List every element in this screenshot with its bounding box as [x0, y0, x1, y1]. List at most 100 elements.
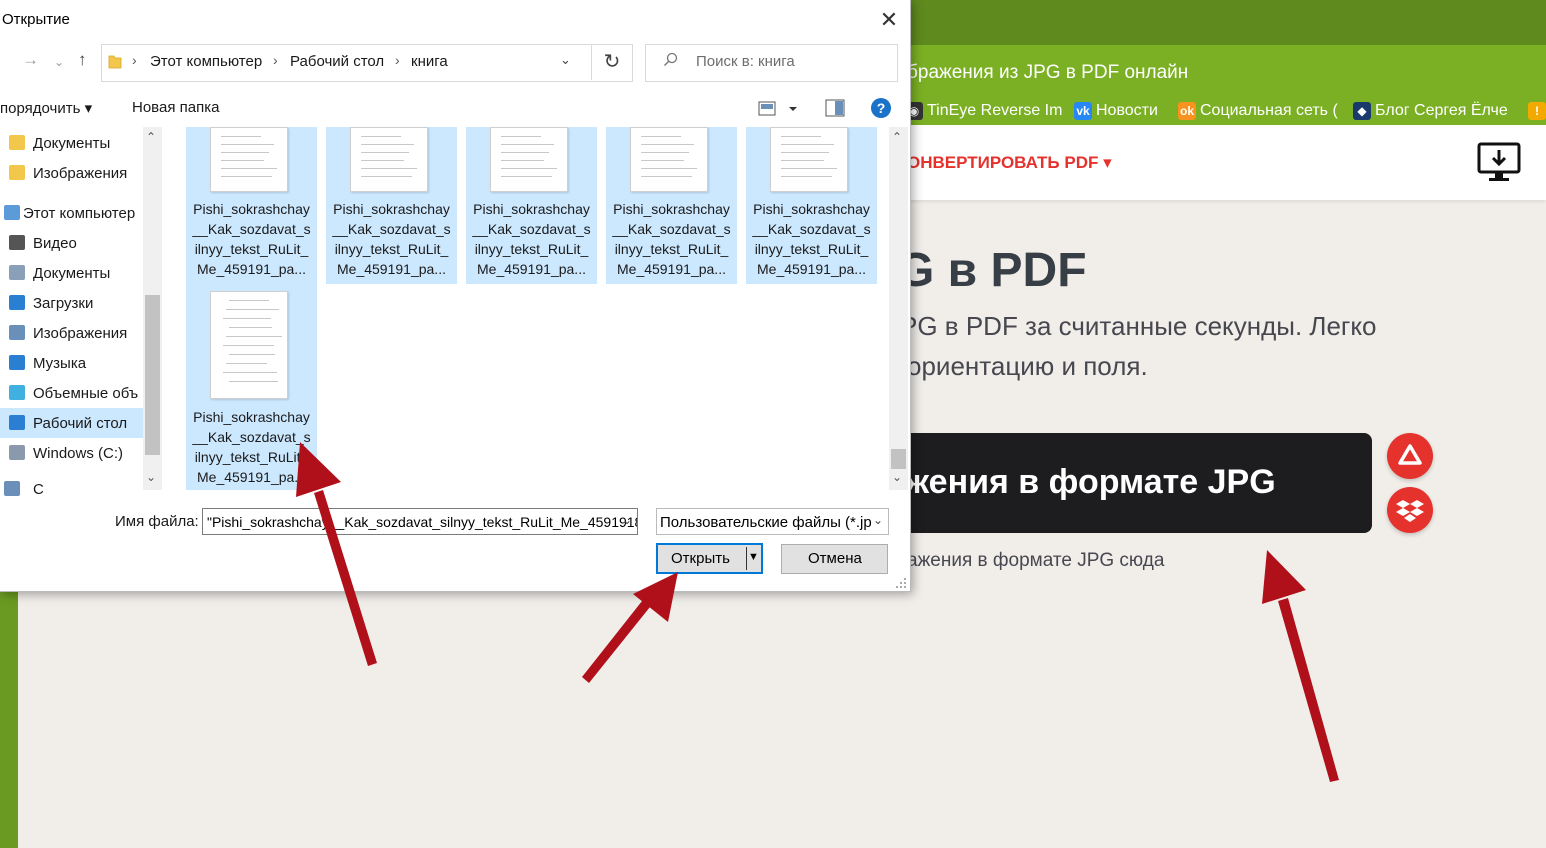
nav-item-5[interactable]: Документы — [0, 258, 143, 288]
file-item[interactable]: Pishi_sokrashchay __Kak_sozdavat_s ilnyy_t… — [466, 127, 597, 284]
folder-icon — [108, 55, 122, 69]
open-options-arrow-icon[interactable]: ▼ — [748, 551, 759, 563]
music-icon — [9, 355, 25, 370]
nav-item-4[interactable]: Видео — [0, 228, 143, 258]
file-name-line: __Kak_sozdavat_s — [612, 221, 731, 237]
file-name-line: __Kak_sozdavat_s — [472, 221, 591, 237]
file-name-line: Pishi_sokrashchay — [753, 201, 870, 217]
nav-item-label: Объемные объ — [33, 385, 139, 402]
resize-grip-icon[interactable] — [895, 577, 907, 589]
nav-item-label: Рабочий стол — [33, 415, 128, 432]
help-icon[interactable]: ? — [871, 98, 891, 118]
file-list-scrollbar-thumb[interactable] — [891, 449, 906, 469]
chevron-down-icon[interactable]: ⌄ — [873, 513, 883, 527]
chevron-right-icon: › — [395, 52, 400, 68]
file-item[interactable]: Pishi_sokrashchay __Kak_sozdavat_s ilnyy_t… — [746, 127, 877, 284]
drop-images-hint: ажения в формате JPG сюда — [907, 550, 1165, 571]
forward-arrow-icon[interactable]: → — [22, 50, 39, 70]
refresh-icon[interactable]: ↻ — [591, 44, 632, 80]
breadcrumb-this-pc[interactable]: Этот компьютер — [150, 53, 262, 70]
file-name-line: Me_459191_pa... — [197, 261, 306, 277]
bookmark-label: Новости — [1096, 102, 1158, 119]
nav-item-12[interactable]: С — [0, 474, 143, 504]
file-name-line: Me_459191_pa... — [337, 261, 446, 277]
vk-icon: vk — [1074, 101, 1092, 120]
document-thumbnail-icon — [490, 127, 568, 192]
bookmark-social[interactable]: ok Социальная сеть ( — [1178, 100, 1338, 122]
breadcrumb-book[interactable]: книга — [411, 53, 448, 70]
document-thumbnail-icon — [210, 291, 288, 399]
nav-item-10[interactable]: Рабочий стол — [0, 408, 143, 438]
video-icon — [9, 235, 25, 250]
google-drive-button[interactable] — [1387, 433, 1433, 479]
dropbox-button[interactable] — [1387, 487, 1433, 533]
file-name-line: ilnyy_tekst_RuLit_ — [474, 241, 589, 257]
chevron-down-icon[interactable]: ⌄ — [560, 52, 571, 68]
breadcrumb-desktop[interactable]: Рабочий стол — [290, 53, 384, 70]
bookmark-tineye[interactable]: ◉ TinEye Reverse Im — [905, 100, 1062, 122]
downloads-icon — [9, 295, 25, 310]
scroll-down-icon[interactable]: ⌄ — [892, 470, 902, 484]
document-thumbnail-icon — [210, 127, 288, 192]
odnoklassniki-icon: ok — [1178, 101, 1196, 120]
bookmark-blog[interactable]: ◆ Блог Сергея Ёлче — [1353, 100, 1508, 122]
open-button-label: Открыть — [671, 550, 730, 567]
filename-input[interactable]: "Pishi_sokrashchay__Kak_sozdavat_silnyy_… — [202, 508, 638, 535]
network-icon — [4, 481, 20, 496]
file-name-line: __Kak_sozdavat_s — [192, 221, 311, 237]
file-list-scrollbar[interactable] — [889, 127, 908, 490]
nav-item-11[interactable]: Windows (C:) — [0, 438, 143, 468]
nav-item-label: Документы — [33, 265, 111, 282]
annotation-arrow-to-select-button — [1262, 550, 1339, 782]
desktop-icon — [9, 415, 25, 430]
nav-item-3[interactable]: Этот компьютер — [0, 198, 143, 228]
filename-label: Имя файла: — [115, 513, 199, 530]
file-item[interactable]: Pishi_sokrashchay __Kak_sozdavat_s ilnyy_t… — [326, 127, 457, 284]
desktop-app-icon[interactable] — [1476, 141, 1522, 185]
recent-locations-chevron-icon[interactable]: ⌄ — [54, 55, 64, 69]
nav-item-8[interactable]: Музыка — [0, 348, 143, 378]
hero-subtitle-line-1: PG в PDF за считанные секунды. Легко — [900, 311, 1377, 341]
file-item[interactable]: Pishi_sokrashchay __Kak_sozdavat_s ilnyy_t… — [606, 127, 737, 284]
drive-icon — [9, 445, 25, 460]
preview-pane-icon[interactable] — [825, 99, 845, 117]
file-type-select[interactable]: Пользовательские файлы (*.jp — [656, 508, 889, 535]
bookmark-more[interactable]: ! — [1528, 100, 1546, 122]
close-icon[interactable]: ✕ — [874, 6, 904, 34]
nav-item-label: Изображения — [33, 325, 128, 342]
nav-item-7[interactable]: Изображения — [0, 318, 143, 348]
file-name-line: ilnyy_tekst_RuLit_ — [194, 449, 309, 465]
organize-menu[interactable]: порядочить ▾ — [0, 99, 92, 117]
file-name-line: Pishi_sokrashchay — [193, 409, 310, 425]
nav-item-9[interactable]: Объемные объ — [0, 378, 143, 408]
change-view-icon[interactable] — [758, 99, 802, 119]
chevron-down-icon[interactable]: ⌄ — [622, 513, 632, 527]
nav-item-6[interactable]: Загрузки — [0, 288, 143, 318]
nav-item-label: С — [33, 481, 44, 498]
file-item[interactable]: Pishi_sokrashchay __Kak_sozdavat_s ilnyy_t… — [186, 127, 317, 284]
pictures-icon — [9, 325, 25, 340]
document-thumbnail-icon — [770, 127, 848, 192]
hero-title: G в PDF — [897, 244, 1087, 297]
folder-icon — [9, 165, 25, 180]
file-name-line: ilnyy_tekst_RuLit_ — [754, 241, 869, 257]
nav-item-1[interactable]: Документы — [0, 128, 143, 158]
search-icon — [664, 52, 678, 66]
file-name-line: Pishi_sokrashchay — [193, 201, 310, 217]
file-name-line: Me_459191_pa... — [757, 261, 866, 277]
nav-item-label: Загрузки — [33, 295, 94, 312]
google-drive-icon — [1398, 444, 1422, 465]
convert-pdf-menu[interactable]: ОНВЕРТИРОВАТЬ PDF ▾ — [907, 153, 1112, 173]
cancel-button-label: Отмена — [808, 550, 862, 567]
scroll-up-icon[interactable]: ⌃ — [892, 130, 902, 144]
file-name-line: ilnyy_tekst_RuLit_ — [614, 241, 729, 257]
scroll-down-icon[interactable]: ⌄ — [146, 470, 156, 484]
new-folder-button[interactable]: Новая папка — [132, 99, 219, 116]
nav-item-2[interactable]: Изображения — [0, 158, 143, 188]
up-arrow-icon[interactable]: ↑ — [78, 50, 87, 70]
scroll-up-icon[interactable]: ⌃ — [146, 130, 156, 144]
bookmark-vk-news[interactable]: vk Новости — [1074, 100, 1158, 122]
file-item[interactable]: Pishi_sokrashchay __Kak_sozdavat_s ilnyy_t… — [186, 284, 317, 490]
nav-item-label: Документы — [33, 135, 111, 152]
navigation-scrollbar-thumb[interactable] — [145, 295, 160, 455]
